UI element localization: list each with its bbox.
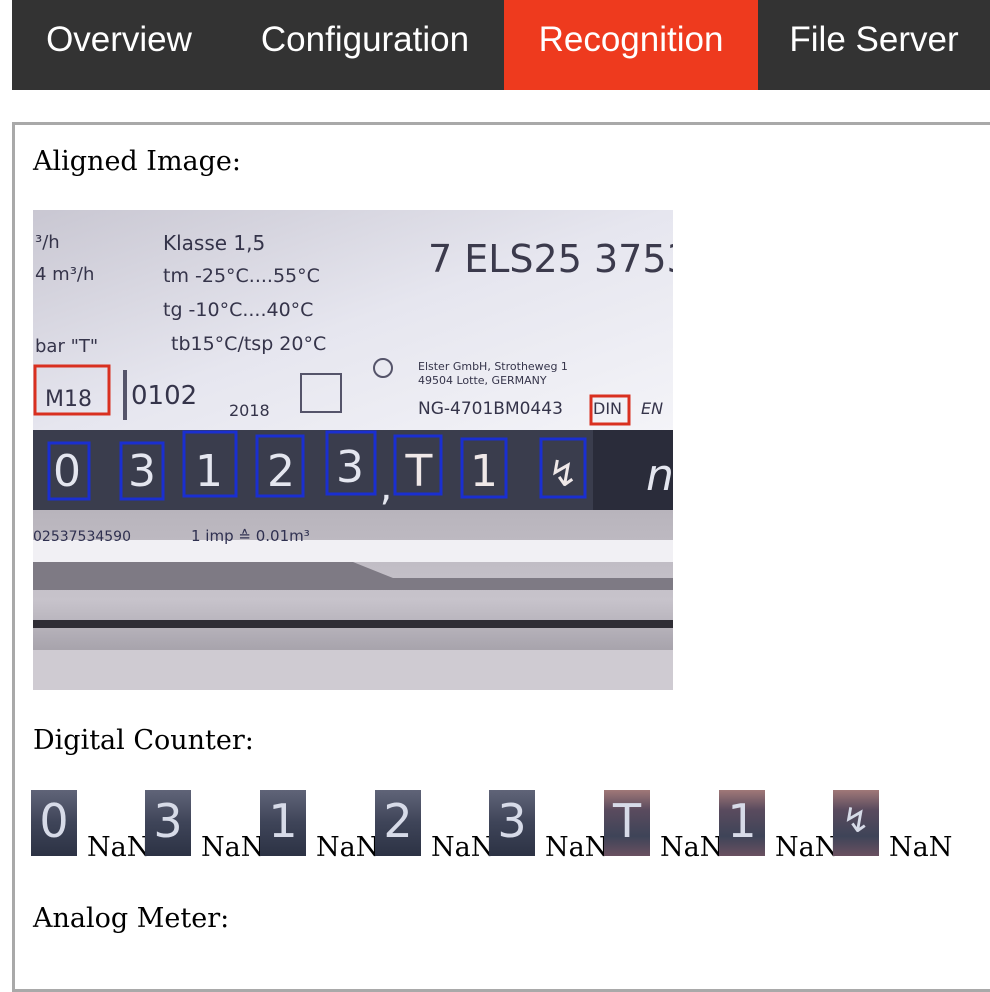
aligned-image-label: Aligned Image: — [33, 146, 242, 177]
plate-imp-line: 1 imp ≙ 0.01m³ — [191, 527, 310, 545]
digit-thumbnail: T — [604, 790, 650, 856]
plate-model: 7 ELS25 3753 — [428, 237, 673, 281]
tab-overview[interactable]: Overview — [12, 0, 226, 90]
digit-value: NaN — [545, 832, 609, 863]
counter-digit-1: 0 — [53, 446, 81, 497]
aligned-meter-image: ³/h 4 m³/h bar "T" Klasse 1,5 tm -25°C..… — [33, 210, 673, 690]
plate-manufacturer-2: 49504 Lotte, GERMANY — [418, 374, 547, 387]
plate-barcode-number: 02537534590 — [33, 529, 131, 545]
plate-tm: tm -25°C....55°C — [163, 265, 320, 287]
digit-value: NaN — [316, 832, 380, 863]
counter-digit-2: 3 — [128, 446, 156, 497]
counter-comma: , — [380, 464, 393, 510]
counter-digit-4: 2 — [267, 446, 295, 497]
counter-digit-8: ↯ — [548, 454, 578, 495]
counter-digit-7: 1 — [470, 446, 498, 497]
digit-thumbnail: 1 — [260, 790, 306, 856]
counter-digit-3: 1 — [195, 446, 223, 497]
digit-value: NaN — [87, 832, 151, 863]
analog-meter-label: Analog Meter: — [33, 903, 230, 934]
plate-en: EN — [641, 399, 663, 418]
digit-thumbnail: 3 — [489, 790, 535, 856]
top-nav: Overview Configuration Recognition File … — [12, 0, 990, 90]
tab-recognition[interactable]: Recognition — [504, 0, 758, 90]
digit-thumbnail: 3 — [145, 790, 191, 856]
digital-counter-results: 0 NaN 3 NaN 1 NaN 2 NaN 3 NaN T NaN 1 Na… — [31, 790, 961, 863]
tab-file-server[interactable]: File Server — [758, 0, 990, 90]
plate-tg: tg -10°C....40°C — [163, 299, 313, 321]
meter-photo: ³/h 4 m³/h bar "T" Klasse 1,5 tm -25°C..… — [33, 210, 673, 690]
counter-digit-5: 3 — [336, 442, 364, 493]
digit-thumbnail: 2 — [375, 790, 421, 856]
plate-manufacturer-1: Elster GmbH, Strotheweg 1 — [418, 360, 568, 373]
digit-value: NaN — [660, 832, 724, 863]
tab-configuration[interactable]: Configuration — [226, 0, 504, 90]
plate-tb: tb15°C/tsp 20°C — [171, 333, 326, 355]
plate-unit-fragment-1: ³/h — [35, 232, 60, 253]
plate-din: DIN — [593, 399, 622, 418]
plate-unit-fragment-2: 4 m³/h — [35, 264, 94, 285]
plate-klasse: Klasse 1,5 — [163, 231, 265, 255]
digit-value: NaN — [201, 832, 265, 863]
plate-year: 2018 — [229, 401, 270, 420]
plate-m18: M18 — [45, 387, 92, 412]
plate-unit-fragment-3: bar "T" — [35, 336, 98, 357]
digit-value: NaN — [775, 832, 839, 863]
digit-value: NaN — [431, 832, 495, 863]
digit-value: NaN — [889, 832, 953, 863]
counter-digit-6: T — [405, 446, 433, 497]
digit-thumbnail: 0 — [31, 790, 77, 856]
plate-code: 0102 — [131, 381, 197, 411]
digit-thumbnail: ↯ — [833, 790, 879, 856]
brand-fragment: n — [646, 450, 673, 501]
plate-serial: NG-4701BM0443 — [418, 399, 563, 419]
digital-counter-label: Digital Counter: — [33, 725, 254, 756]
digit-thumbnail: 1 — [719, 790, 765, 856]
